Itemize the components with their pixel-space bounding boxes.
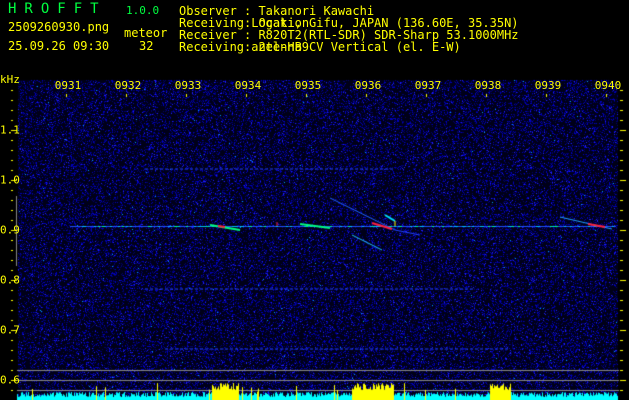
app-version: 1.0.0 [126, 4, 160, 17]
x-tick-label: 0931 [54, 79, 82, 92]
datetime: 25.09.26 09:30 [8, 39, 110, 53]
filename: 2509260930.png [8, 20, 110, 34]
y-tick-label: 1.0 [0, 173, 20, 187]
y-tick-label: 0.8 [0, 273, 20, 287]
info-value-antenna: : 2el-HB9CV Vertical (el. E-W) [244, 40, 461, 54]
meteor-count: 32 [139, 39, 154, 53]
y-tick-label: 0.7 [0, 323, 20, 337]
y-tick-label: 0.9 [0, 223, 20, 237]
x-tick-label: 0940 [594, 79, 622, 92]
y-tick-label: 0.6 [0, 373, 20, 387]
app-title: HROFFT [8, 1, 107, 17]
y-axis-unit: kHz [0, 73, 20, 86]
x-tick-label: 0935 [294, 79, 322, 92]
y-tick-label: 1.1 [0, 123, 20, 137]
x-tick-label: 0932 [114, 79, 142, 92]
x-tick-label: 0937 [414, 79, 442, 92]
x-tick-label: 0938 [474, 79, 502, 92]
x-tick-label: 0934 [234, 79, 262, 92]
x-tick-label: 0939 [534, 79, 562, 92]
spectrogram [0, 78, 629, 400]
x-tick-label: 0933 [174, 79, 202, 92]
x-tick-label: 0936 [354, 79, 382, 92]
